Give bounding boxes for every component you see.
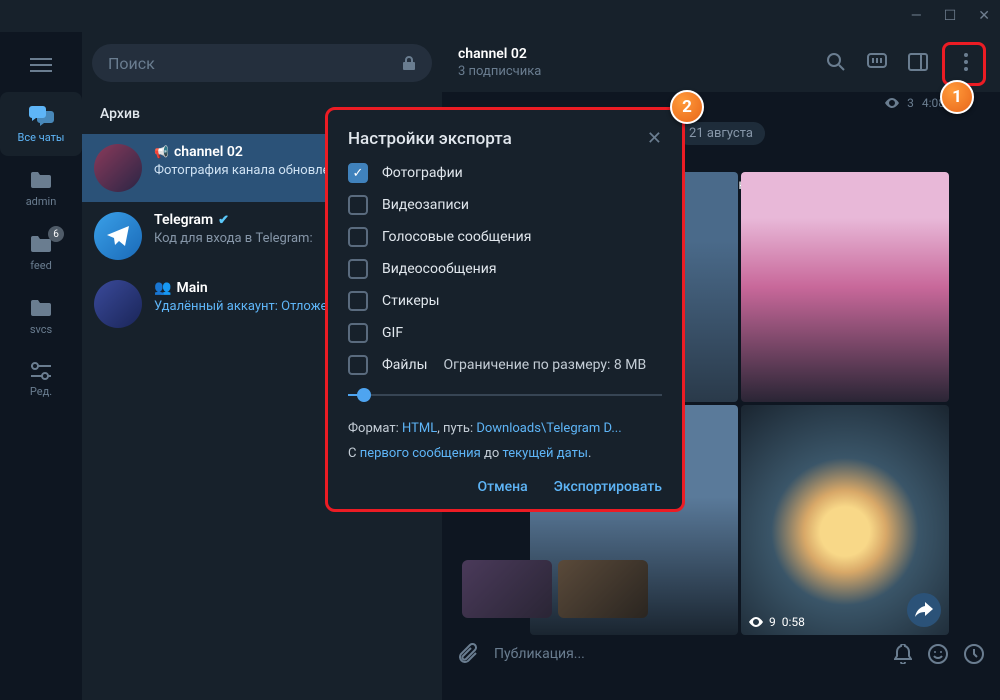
dialog-title: Настройки экспорта — [348, 129, 512, 149]
checkbox-files[interactable] — [348, 355, 368, 375]
notify-icon[interactable] — [894, 644, 912, 664]
sidepanel-icon[interactable] — [908, 53, 928, 71]
path-link[interactable]: Downloads\Telegram D... — [476, 421, 621, 436]
chats-icon — [27, 104, 55, 126]
share-button[interactable] — [907, 593, 941, 627]
schedule-icon[interactable] — [964, 644, 984, 664]
search-icon[interactable] — [826, 52, 846, 72]
media-thumbnail[interactable] — [558, 560, 648, 618]
folder-icon — [29, 298, 53, 318]
chat-header: channel 02 3 подписчика — [442, 32, 1000, 92]
opt-label: Файлы — [382, 357, 427, 373]
checkbox-stickers[interactable] — [348, 291, 368, 311]
cancel-button[interactable]: Отмена — [477, 479, 527, 495]
channel-sub: 3 подписчика — [458, 64, 541, 79]
thumbnail-row — [462, 560, 648, 618]
opt-label: Стикеры — [382, 293, 440, 309]
size-slider[interactable] — [348, 387, 662, 403]
rail-feed[interactable]: 6 feed — [0, 222, 82, 284]
date-separator: 21 августа — [677, 122, 765, 145]
opt-label: GIF — [382, 325, 403, 341]
to-link[interactable]: текущей даты — [503, 446, 588, 461]
rail-all-chats[interactable]: Все чаты — [0, 92, 82, 156]
search-placeholder: Поиск — [108, 54, 155, 73]
folder-icon — [29, 170, 53, 190]
rail-label: svcs — [30, 323, 52, 336]
rail-label: admin — [26, 195, 57, 208]
close-window-button[interactable]: ✕ — [978, 8, 990, 24]
maximize-button[interactable]: ☐ — [944, 8, 957, 24]
input-bar: Публикация... — [442, 628, 1000, 680]
checkbox-gif[interactable] — [348, 323, 368, 343]
checkbox-videomsg[interactable] — [348, 259, 368, 279]
media-thumbnail[interactable] — [462, 560, 552, 618]
chat-title: channel 02 — [174, 144, 243, 160]
checkbox-videos[interactable] — [348, 195, 368, 215]
attach-icon[interactable] — [458, 643, 478, 665]
titlebar: — ☐ ✕ — [0, 0, 1000, 32]
sliders-icon — [29, 362, 53, 380]
size-limit: Ограничение по размеру: 8 MB — [443, 357, 646, 373]
message-meta: 3 4:08 — [885, 96, 945, 110]
from-link[interactable]: первого сообщения — [360, 446, 481, 461]
minimize-button[interactable]: — — [911, 8, 922, 24]
left-rail: Все чаты admin 6 feed svcs Ред. — [0, 32, 82, 700]
close-button[interactable]: ✕ — [647, 128, 662, 149]
rail-label: feed — [30, 259, 52, 272]
checkbox-photos[interactable]: ✓ — [348, 163, 368, 183]
export-dialog: Настройки экспорта ✕ ✓ Фотографии Видеоза… — [325, 107, 685, 512]
annotation-badge-2: 2 — [670, 90, 704, 124]
message-input[interactable]: Публикация... — [494, 646, 878, 662]
emoji-icon[interactable] — [928, 644, 948, 664]
opt-label: Видеозаписи — [382, 197, 469, 213]
rail-label: Ред. — [30, 385, 52, 398]
more-button[interactable] — [948, 44, 984, 80]
badge: 6 — [48, 226, 64, 242]
rail-admin[interactable]: admin — [0, 158, 82, 220]
media-thumbnail[interactable] — [741, 172, 949, 402]
export-button[interactable]: Экспортировать — [554, 479, 662, 495]
people-icon: 👥 — [154, 280, 171, 296]
chat-title: Telegram — [154, 212, 213, 228]
annotation-badge-1: 1 — [940, 80, 974, 114]
avatar — [94, 144, 142, 192]
lock-icon — [402, 55, 416, 71]
checkbox-voice[interactable] — [348, 227, 368, 247]
avatar — [94, 280, 142, 328]
speaker-icon: 📢 — [154, 145, 169, 159]
opt-label: Видеосообщения — [382, 261, 497, 277]
channel-title[interactable]: channel 02 — [458, 46, 541, 62]
rail-edit[interactable]: Ред. — [0, 350, 82, 410]
rail-svcs[interactable]: svcs — [0, 286, 82, 348]
format-line: Формат: HTML, путь: Downloads\Telegram D… — [348, 421, 662, 436]
media-meta: 9 0:58 — [749, 615, 805, 629]
range-line: С первого сообщения до текущей даты. — [348, 446, 662, 461]
media-thumbnail[interactable]: 9 0:58 — [741, 405, 949, 635]
verified-icon: ✔ — [218, 213, 229, 228]
rail-label: Все чаты — [18, 131, 65, 144]
avatar — [94, 212, 142, 260]
opt-label: Голосовые сообщения — [382, 229, 531, 245]
opt-label: Фотографии — [382, 165, 463, 181]
search-input[interactable]: Поиск — [92, 44, 432, 82]
menu-button[interactable] — [30, 46, 52, 90]
comments-icon[interactable] — [866, 52, 888, 72]
chat-title: Main — [176, 280, 207, 296]
format-link[interactable]: HTML — [402, 421, 437, 436]
